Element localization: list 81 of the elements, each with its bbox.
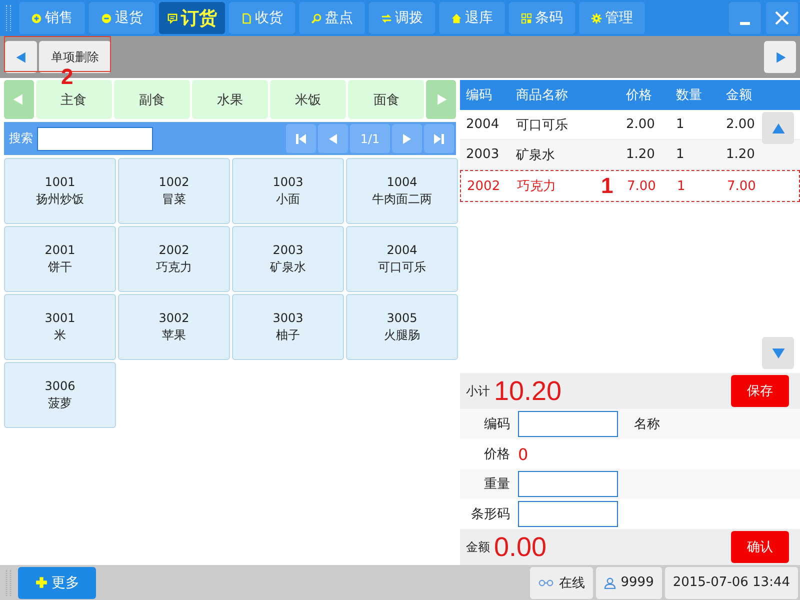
amount-value: 0.00: [494, 532, 547, 562]
right-triangle-icon: [774, 50, 786, 64]
search-label: 搜索: [9, 130, 33, 147]
right-triangle-icon: [401, 132, 413, 144]
left-triangle-icon: [12, 93, 26, 106]
document-icon: [241, 12, 252, 24]
product-tile[interactable]: 2004 可口可乐: [346, 226, 458, 292]
category-tab[interactable]: 水果: [192, 80, 268, 119]
back-button[interactable]: [5, 41, 37, 73]
column-header: 编码: [465, 87, 493, 104]
subtotal-label: 小计: [466, 382, 490, 400]
input-field[interactable]: [518, 411, 618, 437]
category-tab[interactable]: 米饭: [270, 80, 346, 119]
chat-icon: [167, 12, 178, 24]
product-tile[interactable]: 1003 小面: [232, 158, 344, 224]
price-value: 0: [518, 444, 528, 464]
order-row[interactable]: 2003 矿泉水 1.20 1 1.20: [460, 140, 800, 170]
field-label: 价格: [483, 446, 510, 463]
field-label: 编码: [483, 416, 510, 433]
confirm-button[interactable]: 确认: [731, 531, 789, 563]
plus-icon: [31, 12, 42, 24]
swap-icon: [381, 12, 392, 24]
product-tile[interactable]: 1004 牛肉面二两: [346, 158, 458, 224]
first-page-button[interactable]: [286, 124, 316, 153]
close-button[interactable]: [766, 2, 798, 34]
right-triangle-icon: [434, 93, 448, 106]
annotation-number: 1: [601, 173, 614, 199]
search-field[interactable]: [37, 126, 153, 150]
first-page-icon: [295, 132, 307, 144]
user-status: 9999: [596, 566, 662, 598]
category-tab[interactable]: 副食: [114, 80, 190, 119]
product-tile[interactable]: 2001 饼干: [4, 226, 116, 292]
category-tab[interactable]: 面食: [348, 80, 424, 119]
order-row[interactable]: 2002 巧克力 1 7.00 1 7.00: [460, 170, 800, 202]
last-page-button[interactable]: [424, 124, 454, 153]
scroll-up-button[interactable]: [762, 112, 794, 144]
product-tile[interactable]: 3002 苹果: [118, 294, 230, 360]
product-tile[interactable]: 2003 矿泉水: [232, 226, 344, 292]
save-button[interactable]: 保存: [731, 375, 789, 407]
amount-label: 金额: [466, 538, 490, 556]
left-triangle-icon: [327, 132, 339, 144]
product-tile[interactable]: 3001 米: [4, 294, 116, 360]
next-page-button[interactable]: [392, 124, 422, 153]
product-tile[interactable]: 1002 冒菜: [118, 158, 230, 224]
prev-page-button[interactable]: [318, 124, 348, 153]
grid-icon: [521, 12, 532, 24]
left-triangle-icon: [14, 50, 28, 64]
minimize-icon: [740, 22, 750, 24]
scroll-down-button[interactable]: [762, 337, 794, 369]
forward-button[interactable]: [764, 41, 796, 73]
product-tile[interactable]: 3005 火腿肠: [346, 294, 458, 360]
more-button[interactable]: 更多: [18, 566, 96, 598]
last-page-icon: [433, 132, 445, 144]
product-tile[interactable]: 3006 菠萝: [4, 362, 116, 428]
column-header: 金额: [726, 87, 753, 104]
down-triangle-icon: [770, 346, 786, 360]
input-field[interactable]: [518, 501, 618, 527]
datetime-display: 2015-07-06 13:44: [664, 566, 798, 598]
connection-status: 在线: [530, 566, 593, 598]
minimize-button[interactable]: [729, 2, 761, 34]
minus-icon: [101, 12, 112, 24]
user-icon: [604, 576, 616, 588]
product-tile[interactable]: 2002 巧克力: [118, 226, 230, 292]
field-label: 重量: [483, 476, 510, 493]
product-tile[interactable]: 3003 柚子: [232, 294, 344, 360]
product-tile[interactable]: 1001 扬州炒饭: [4, 158, 116, 224]
field-label: 名称: [634, 416, 660, 433]
column-header: 价格: [626, 87, 653, 104]
page-indicator: 1/1: [350, 124, 390, 153]
plus-icon: [34, 576, 48, 589]
column-header: 商品名称: [516, 87, 569, 104]
nav-tab[interactable]: 订货: [159, 2, 225, 34]
search-icon: [311, 12, 322, 24]
home-icon: [451, 12, 462, 24]
link-icon: [538, 578, 554, 586]
field-label: 条形码: [470, 506, 510, 523]
input-field[interactable]: [518, 471, 618, 497]
column-header: 数量: [676, 87, 703, 104]
subtotal-value: 10.20: [494, 376, 562, 406]
gear-icon: [591, 12, 602, 24]
close-icon: [774, 10, 790, 26]
